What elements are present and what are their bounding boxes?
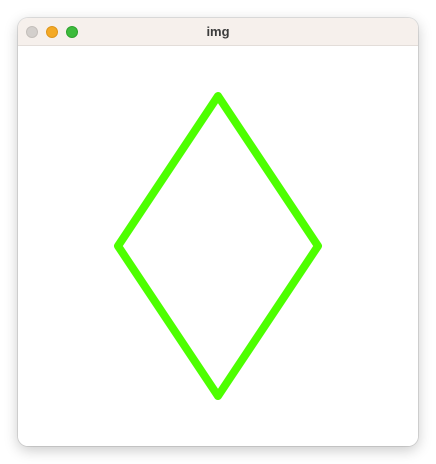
screen: img [0,0,436,464]
diamond-shape [114,92,322,400]
window-title: img [206,24,230,39]
image-canvas [18,46,418,446]
title-bar[interactable]: img [18,18,418,46]
app-window: img [18,18,418,446]
image-content [114,92,322,400]
